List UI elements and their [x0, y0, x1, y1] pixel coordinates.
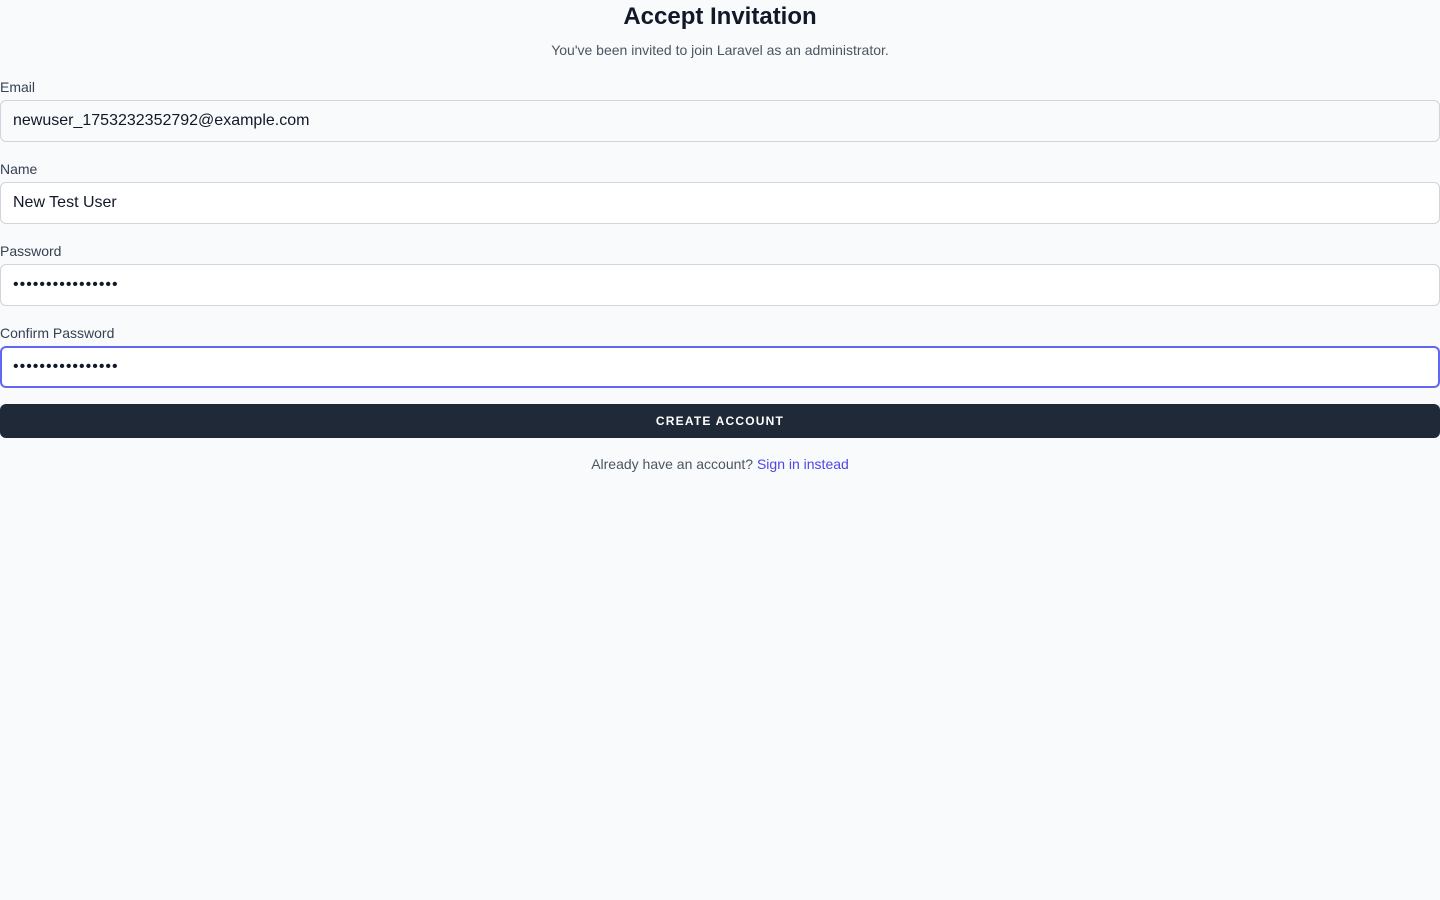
signin-prompt-text: Already have an account? [591, 456, 754, 472]
confirm-password-field[interactable] [0, 346, 1440, 388]
confirm-password-label: Confirm Password [0, 325, 115, 341]
email-label: Email [0, 79, 36, 95]
name-label: Name [0, 161, 38, 177]
sign-in-link[interactable]: Sign in instead [757, 456, 849, 472]
password-label: Password [0, 243, 62, 259]
email-field[interactable] [0, 100, 1440, 142]
create-account-button[interactable]: CREATE ACCOUNT [0, 404, 1440, 438]
page-title: Accept Invitation [623, 3, 817, 30]
password-field[interactable] [0, 264, 1440, 306]
name-field[interactable] [0, 182, 1440, 224]
page-subtitle: You've been invited to join Laravel as a… [551, 42, 889, 58]
signin-prompt: Already have an account? Sign in instead [0, 455, 1440, 473]
